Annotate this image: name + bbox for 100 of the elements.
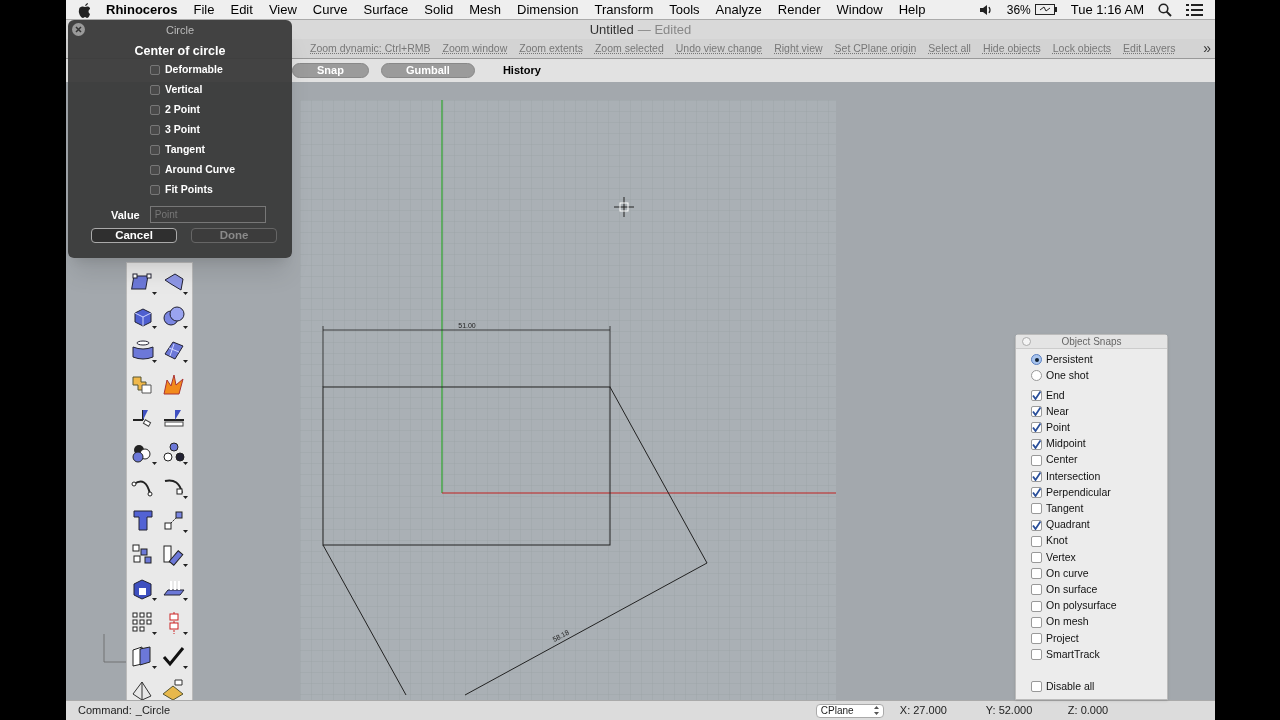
- snap-label: On polysurface: [1046, 598, 1117, 614]
- radio-button[interactable]: [1031, 354, 1042, 365]
- menu-item[interactable]: Transform: [594, 0, 654, 20]
- checkbox[interactable]: [1031, 519, 1042, 531]
- menu-item[interactable]: Render: [777, 0, 821, 20]
- checkbox[interactable]: [150, 65, 160, 76]
- checkbox[interactable]: [1031, 568, 1042, 580]
- z-coordinate: Z: 0.000: [1067, 703, 1109, 719]
- checkbox[interactable]: [150, 105, 160, 116]
- checkbox[interactable]: [1031, 390, 1042, 402]
- menu-item[interactable]: Window: [836, 0, 883, 20]
- snap-label: Quadrant: [1046, 517, 1090, 533]
- option-label: Deformable: [165, 62, 223, 78]
- transform-icon[interactable]: [160, 542, 189, 568]
- battery-icon[interactable]: [1034, 4, 1057, 15]
- menu-item[interactable]: Analyze: [715, 0, 762, 20]
- radio-label: Persistent: [1046, 351, 1093, 367]
- snap-label: SmartTrack: [1046, 646, 1100, 662]
- command-value: _Circle: [135, 703, 172, 719]
- menu-item[interactable]: Surface: [363, 0, 409, 20]
- close-button[interactable]: [72, 23, 85, 36]
- menu-item[interactable]: Dimension: [517, 0, 579, 20]
- axis-icon: [103, 633, 129, 663]
- checkbox[interactable]: [1031, 503, 1042, 515]
- app-menu[interactable]: Rhinoceros: [106, 0, 178, 20]
- snap-label: Knot: [1046, 533, 1068, 549]
- crosshair-cursor: [613, 196, 635, 218]
- value-label: Value: [111, 207, 140, 223]
- option-label: Fit Points: [165, 182, 213, 198]
- checkbox[interactable]: [1031, 649, 1042, 661]
- checkbox[interactable]: [150, 145, 160, 156]
- snap-label: Center: [1046, 452, 1078, 468]
- checkbox[interactable]: [1031, 600, 1042, 612]
- panels-icon[interactable]: [130, 644, 159, 670]
- checkbox[interactable]: [1031, 406, 1042, 418]
- snap-label: Near: [1046, 403, 1069, 419]
- check-icon[interactable]: [160, 644, 189, 670]
- checkbox[interactable]: [1031, 438, 1042, 450]
- checkbox[interactable]: [150, 185, 160, 196]
- battery-percent: 36%: [1006, 1, 1031, 19]
- cplane-dropdown[interactable]: CPlane: [815, 703, 884, 718]
- toggle-button[interactable]: History: [486, 63, 557, 78]
- apple-icon[interactable]: [78, 1, 92, 18]
- clock[interactable]: Tue 1:16 AM: [1070, 0, 1144, 20]
- checkbox[interactable]: [1031, 584, 1042, 596]
- checkmark-icon: [1032, 520, 1041, 530]
- overflow-button[interactable]: »: [1203, 38, 1211, 59]
- checkbox[interactable]: [1031, 632, 1042, 644]
- option-label: 2 Point: [165, 102, 200, 118]
- menu-item[interactable]: Curve: [312, 0, 348, 20]
- snap-label: Tangent: [1046, 501, 1084, 517]
- window-title: Untitled: [589, 20, 634, 39]
- option-label: 3 Point: [165, 122, 200, 138]
- dot-grid-icon[interactable]: [130, 610, 159, 636]
- circles-icon[interactable]: [160, 440, 189, 466]
- radio-label: One shot: [1046, 367, 1089, 383]
- checkbox[interactable]: [1031, 422, 1042, 434]
- checkbox[interactable]: [1031, 487, 1042, 499]
- checkbox[interactable]: [1031, 551, 1042, 563]
- checkbox[interactable]: [1031, 471, 1042, 483]
- snap-label: End: [1046, 387, 1065, 403]
- menu-item[interactable]: Help: [898, 0, 926, 20]
- dialog-button[interactable]: Cancel: [91, 228, 177, 244]
- volume-icon[interactable]: [978, 3, 993, 16]
- surface-points-icon[interactable]: [130, 270, 159, 296]
- checkbox[interactable]: [1031, 535, 1042, 547]
- checkbox[interactable]: [1031, 681, 1042, 693]
- spheres-icon[interactable]: [160, 304, 189, 330]
- checkbox[interactable]: [150, 165, 160, 176]
- list-icon[interactable]: [1186, 2, 1203, 17]
- menu-item[interactable]: Edit: [230, 0, 253, 20]
- menu-item[interactable]: Tools: [669, 0, 700, 20]
- x-coordinate: X: 27.000: [899, 703, 948, 719]
- snap-label: Perpendicular: [1046, 484, 1111, 500]
- value-field[interactable]: Point: [149, 206, 266, 224]
- snap-label: Vertex: [1046, 549, 1076, 565]
- menu-item[interactable]: File: [193, 0, 215, 20]
- snap-label: Disable all: [1046, 678, 1095, 694]
- cylinder-icon[interactable]: [130, 338, 159, 364]
- search-icon[interactable]: [1158, 2, 1172, 17]
- option-label: Vertical: [165, 82, 203, 98]
- snap-label: On mesh: [1046, 614, 1089, 630]
- close-icon: [75, 26, 82, 33]
- menu-item[interactable]: Mesh: [469, 0, 502, 20]
- window-subtitle: — Edited: [637, 20, 692, 39]
- snap-label: Project: [1046, 630, 1079, 646]
- checkbox[interactable]: [150, 85, 160, 96]
- y-coordinate: Y: 52.000: [985, 703, 1034, 719]
- checkbox[interactable]: [1031, 454, 1042, 466]
- radio-button[interactable]: [1031, 370, 1042, 381]
- menu-item[interactable]: View: [268, 0, 297, 20]
- option-label: Around Curve: [165, 162, 235, 178]
- checkbox[interactable]: [1031, 616, 1042, 628]
- checkbox[interactable]: [150, 125, 160, 136]
- menu-item[interactable]: Solid: [424, 0, 454, 20]
- snap-label: On surface: [1046, 581, 1098, 597]
- snap-label: Intersection: [1046, 468, 1101, 484]
- option-label: Tangent: [165, 142, 206, 158]
- snap-label: Midpoint: [1046, 436, 1086, 452]
- panel-title: Object Snaps: [1061, 335, 1122, 349]
